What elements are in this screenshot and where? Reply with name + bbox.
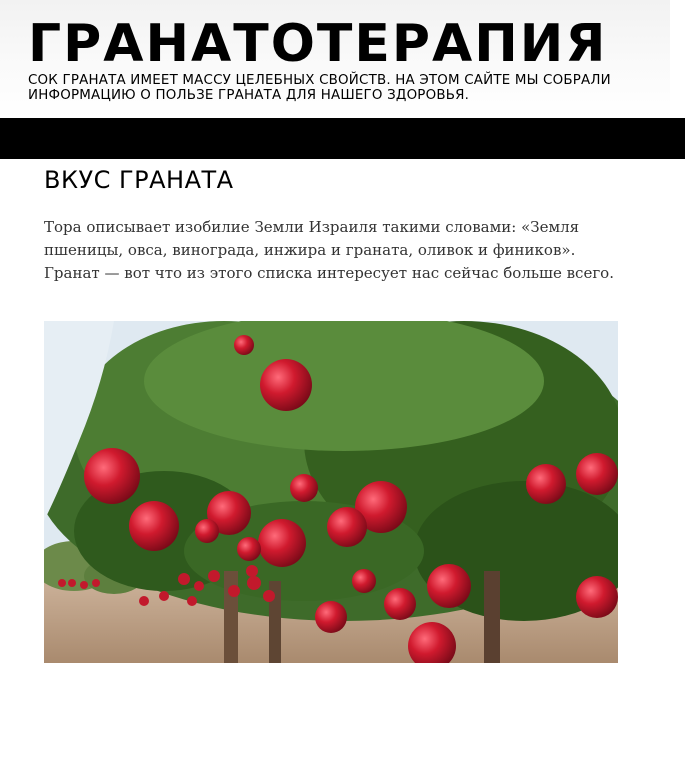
post-text: Тора описывает изобилие Земли Израиля та… [44,218,614,282]
navigation-bar [0,118,685,159]
post-title[interactable]: ВКУС ГРАНАТА [44,166,234,194]
pomegranate-tree-photo [44,321,618,663]
site-header: ГРАНАТОТЕРАПИЯ СОК ГРАНАТА ИМЕЕТ МАССУ Ц… [0,0,670,118]
site-title[interactable]: ГРАНАТОТЕРАПИЯ [28,12,607,76]
site-description: СОК ГРАНАТА ИМЕЕТ МАССУ ЦЕЛЕБНЫХ СВОЙСТВ… [28,73,611,103]
